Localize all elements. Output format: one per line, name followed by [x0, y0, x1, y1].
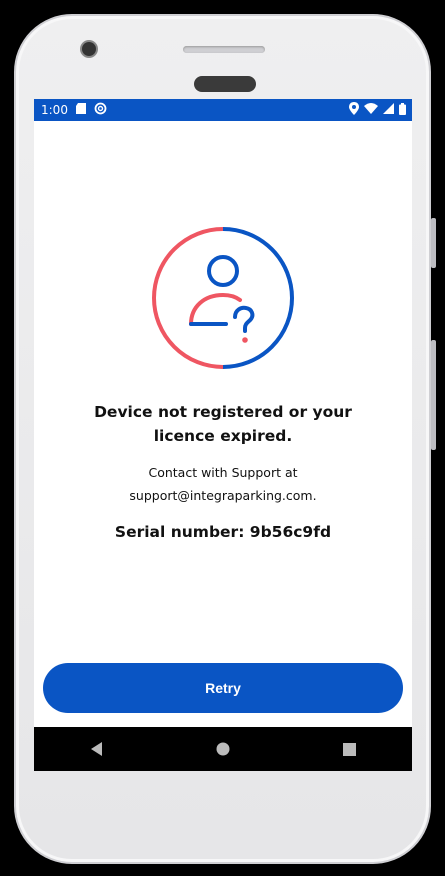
serial-number: Serial number: 9b56c9fd — [114, 523, 332, 541]
signal-icon — [383, 103, 394, 117]
status-time: 1:00 — [41, 103, 68, 117]
proximity-sensor — [194, 76, 256, 92]
error-title-line1: Device not registered or your — [94, 403, 352, 421]
support-contact-line1: Contact with Support at — [148, 465, 298, 480]
sd-card-icon — [75, 103, 86, 117]
support-contact: Contact with Support at support@integrap… — [34, 461, 412, 507]
status-bar: 1:00 — [34, 99, 412, 121]
support-email: support@integraparking.com. — [129, 488, 317, 503]
volume-button — [431, 340, 436, 450]
sync-icon — [94, 102, 107, 118]
error-title-line2: licence expired. — [153, 427, 293, 445]
home-icon[interactable] — [203, 734, 243, 764]
location-icon — [349, 102, 359, 118]
user-question-icon — [152, 227, 294, 369]
battery-icon — [399, 102, 406, 118]
recents-icon[interactable] — [329, 734, 369, 764]
retry-button[interactable]: Retry — [43, 663, 403, 713]
error-title: Device not registered or your licence ex… — [34, 400, 412, 448]
front-camera — [82, 42, 96, 56]
back-icon[interactable] — [77, 734, 117, 764]
app-screen: 1:00 Device not registered or your licen… — [34, 99, 412, 771]
earpiece-speaker — [183, 46, 265, 53]
wifi-icon — [364, 103, 378, 117]
power-button — [431, 218, 436, 268]
navigation-bar — [34, 727, 412, 771]
